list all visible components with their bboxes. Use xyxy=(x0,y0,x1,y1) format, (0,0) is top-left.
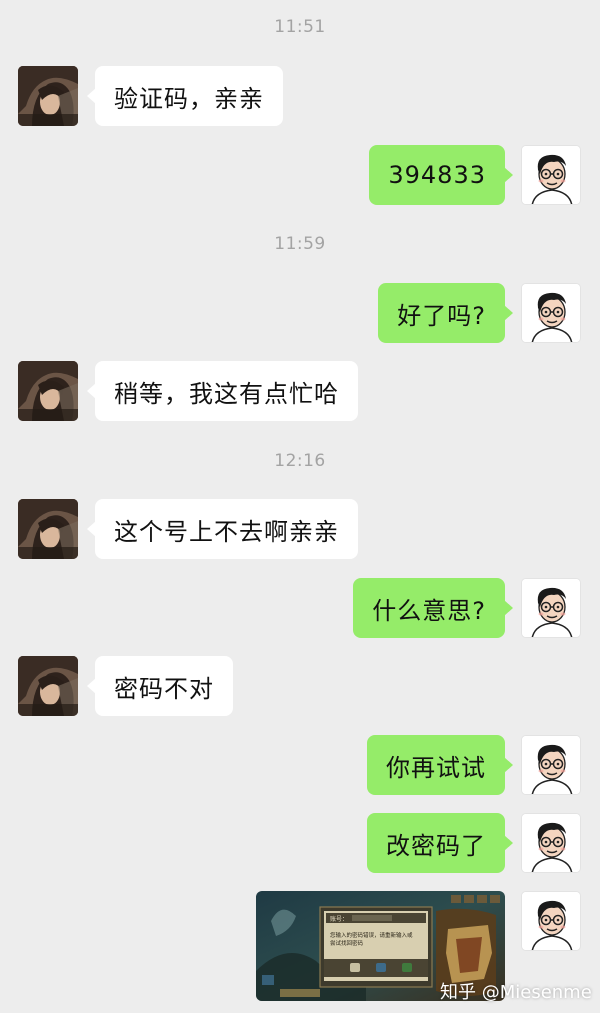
my-avatar[interactable] xyxy=(521,813,581,873)
timestamp: 11:59 xyxy=(274,234,326,254)
dialog-error-line2: 尝试找回密码 xyxy=(330,939,364,947)
timestamp: 11:51 xyxy=(274,17,326,37)
dialog-button-b xyxy=(376,963,386,972)
dialog-button-a xyxy=(350,963,360,972)
dialog-button-c xyxy=(402,963,412,972)
message-bubble-outgoing[interactable]: 改密码了 xyxy=(367,813,513,873)
my-avatar[interactable] xyxy=(521,891,581,951)
message-bubble-outgoing[interactable]: 好了吗? xyxy=(378,283,513,343)
message-bubble-outgoing[interactable]: 什么意思? xyxy=(353,578,513,638)
my-avatar[interactable] xyxy=(521,735,581,795)
message-bubble-outgoing[interactable]: 你再试试 xyxy=(367,735,513,795)
message-bubble-incoming[interactable]: 这个号上不去啊亲亲 xyxy=(87,499,358,559)
contact-avatar[interactable] xyxy=(18,499,78,559)
contact-avatar[interactable] xyxy=(18,656,78,716)
timestamp: 12:16 xyxy=(274,451,326,471)
my-avatar[interactable] xyxy=(521,145,581,205)
dialog-error-line1: 您输入的密码错误，请重新输入或 xyxy=(330,931,413,939)
contact-avatar[interactable] xyxy=(18,66,78,126)
message-bubble-outgoing[interactable]: 394833 xyxy=(369,145,513,205)
dialog-account-label: 账号： xyxy=(330,915,348,923)
message-bubble-incoming[interactable]: 稍等，我这有点忙哈 xyxy=(87,361,358,421)
message-bubble-incoming[interactable]: 密码不对 xyxy=(87,656,233,716)
my-avatar[interactable] xyxy=(521,578,581,638)
my-avatar[interactable] xyxy=(521,283,581,343)
contact-avatar[interactable] xyxy=(18,361,78,421)
message-bubble-incoming[interactable]: 验证码，亲亲 xyxy=(87,66,283,126)
watermark: 知乎 @Miesenme xyxy=(440,982,592,1003)
